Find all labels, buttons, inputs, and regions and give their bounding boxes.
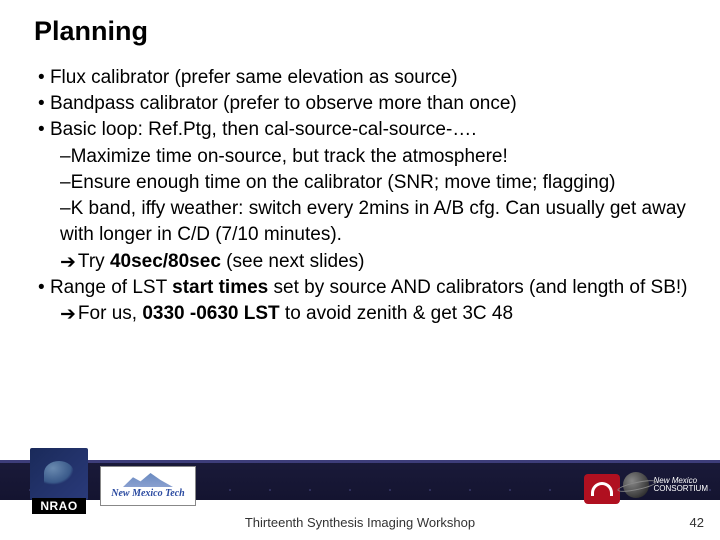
unm-icon [584,474,620,504]
logo-unm [584,474,620,504]
sub-try-bold: 40sec/80sec [110,251,221,272]
consortium-text: New Mexico CONSORTIUM [653,477,708,493]
slide: Planning Flux calibrator (prefer same el… [0,0,720,540]
sub-try: ➔Try 40sec/80sec (see next slides) [38,249,690,275]
lst-bold: start times [172,277,268,298]
globe-icon [623,472,649,498]
nmt-icon: New Mexico Tech [100,466,196,506]
sub-try-pre: Try [78,251,110,272]
lst-range-post: to avoid zenith & get 3C 48 [280,303,513,324]
logo-nmt: New Mexico Tech [100,466,196,506]
sub-try-post: (see next slides) [221,251,365,272]
bullet-loop: Basic loop: Ref.Ptg, then cal-source-cal… [38,117,690,143]
nmt-text: New Mexico Tech [111,488,185,499]
lst-pre: Range of LST [50,277,172,298]
slide-body: Flux calibrator (prefer same elevation a… [0,47,720,327]
lst-range-bold: 0330 -0630 LST [142,303,279,324]
sub-snr: Ensure enough time on the calibrator (SN… [38,170,690,196]
sub-maximize: Maximize time on-source, but track the a… [38,144,690,170]
logo-nrao: NRAO [30,448,88,514]
slide-title: Planning [0,0,720,47]
footer-caption: Thirteenth Synthesis Imaging Workshop [0,515,720,530]
bullet-bandpass: Bandpass calibrator (prefer to observe m… [38,91,690,117]
nrao-icon [30,448,88,500]
nrao-label: NRAO [32,498,85,514]
bullet-flux: Flux calibrator (prefer same elevation a… [38,65,690,91]
sub-maximize-text: Maximize time on-source, but track the a… [71,146,508,167]
sub-lst-range: ➔For us, 0330 -0630 LST to avoid zenith … [38,301,690,327]
sub-kband: K band, iffy weather: switch every 2mins… [38,196,690,248]
page-number: 42 [690,515,704,530]
lst-post: set by source AND calibrators (and lengt… [268,277,687,298]
arrow-icon: ➔ [60,250,76,276]
lst-range-pre: For us, [78,303,142,324]
logo-nm-consortium: New Mexico CONSORTIUM [623,472,708,498]
arrow-icon: ➔ [60,302,76,328]
sub-snr-text: Ensure enough time on the calibrator (SN… [71,172,616,193]
sub-kband-text: K band, iffy weather: switch every 2mins… [60,198,686,245]
bullet-lst: Range of LST start times set by source A… [38,275,690,301]
